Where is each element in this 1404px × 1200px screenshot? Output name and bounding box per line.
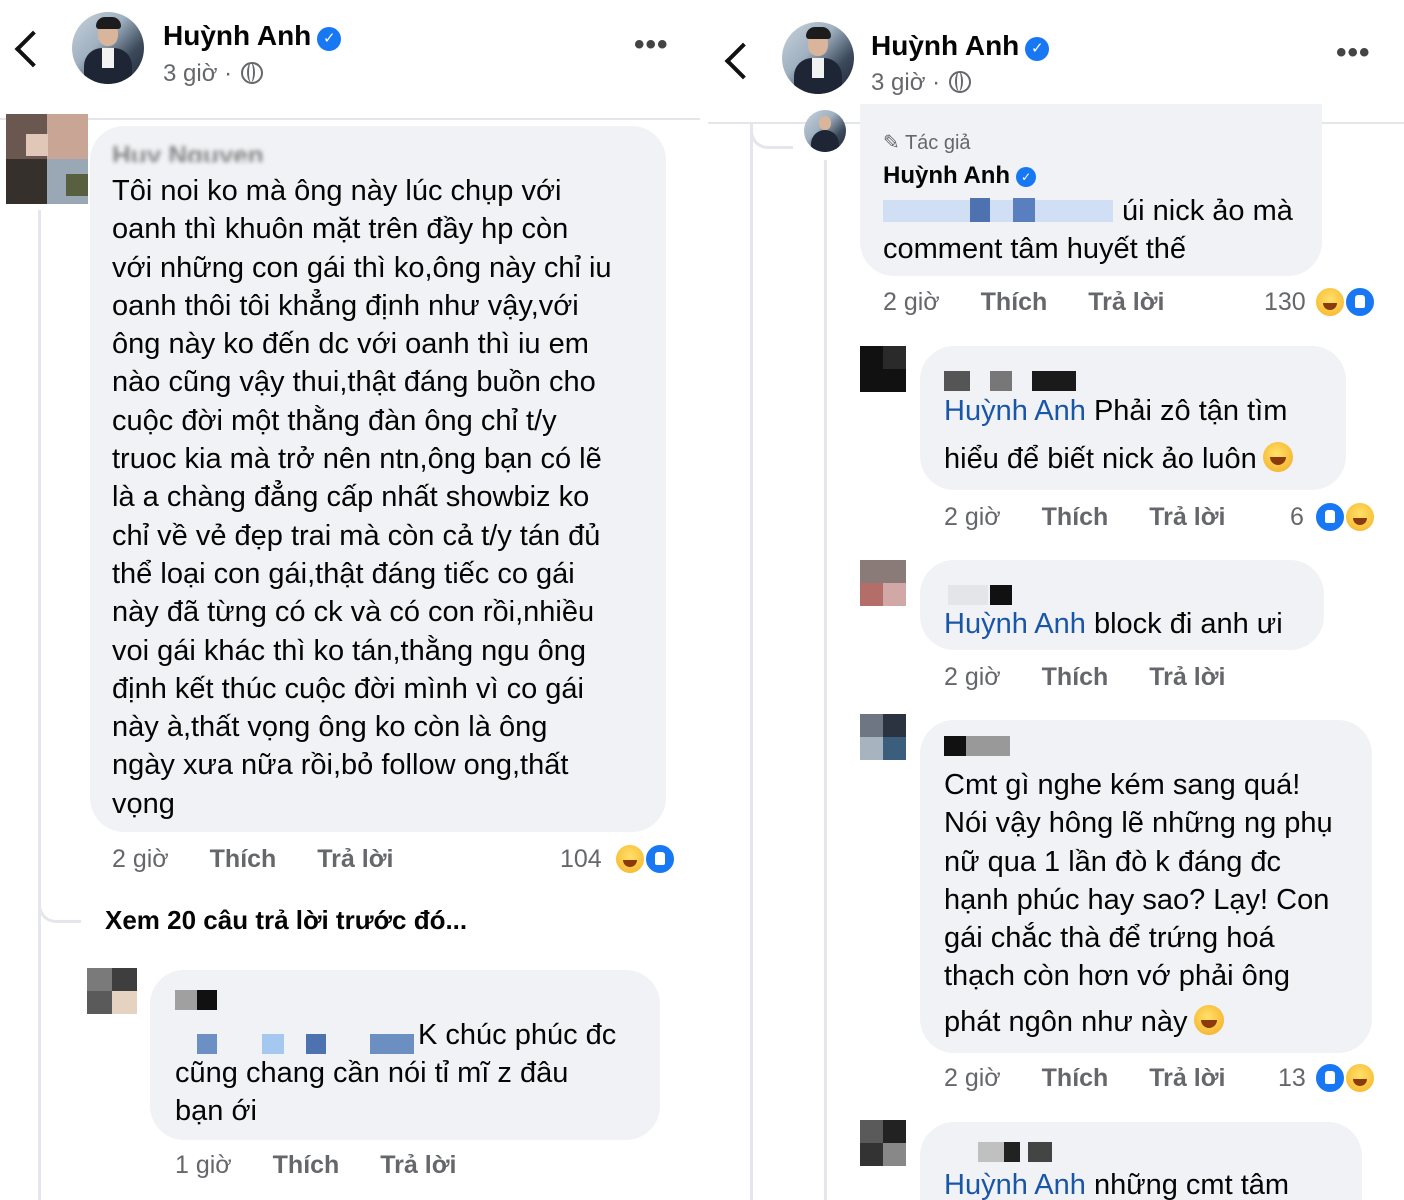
- avatar[interactable]: [804, 110, 846, 152]
- like-button[interactable]: Thích: [210, 845, 277, 873]
- commenter-avatar[interactable]: [6, 114, 88, 204]
- more-dots-icon[interactable]: •••: [1336, 36, 1371, 70]
- reply-button[interactable]: Trả lời: [1149, 1064, 1225, 1092]
- comment-time: 2 giờ: [944, 663, 1001, 691]
- like-button[interactable]: Thích: [1042, 663, 1109, 691]
- haha-reaction-icon: [1344, 1062, 1376, 1094]
- comment-actions: 2 giờ Thích Trả lời: [112, 845, 427, 874]
- like-button[interactable]: Thích: [981, 288, 1048, 316]
- post-time: 3 giờ ·: [163, 60, 263, 88]
- haha-reaction-icon: [614, 843, 646, 875]
- comment-text: úi nick ảo mà: [1122, 195, 1293, 227]
- comment-text: K chúc phúc đc: [418, 1019, 617, 1051]
- comment-text: Cmt gì nghe kém sang quá! Nói vậy hông l…: [944, 769, 1333, 993]
- commenter-avatar[interactable]: [87, 968, 137, 1014]
- comment-time: 1 giờ: [175, 1151, 232, 1179]
- commenter-avatar[interactable]: [860, 560, 906, 606]
- reply-button[interactable]: Trả lời: [317, 845, 393, 873]
- right-screenshot: Huỳnh Anh ✓ 3 giờ · ••• ✎ Tác giả Huỳnh A…: [708, 0, 1404, 1200]
- globe-icon: [948, 71, 971, 93]
- reply-button[interactable]: Trả lời: [1088, 288, 1164, 316]
- haha-reaction-icon: [1314, 286, 1346, 318]
- avatar[interactable]: [782, 22, 854, 94]
- page-name[interactable]: Huỳnh Anh ✓: [871, 30, 1050, 62]
- mention-link[interactable]: Huỳnh Anh: [944, 1169, 1086, 1200]
- mention-link[interactable]: Huỳnh Anh: [944, 608, 1086, 640]
- comment-text: hiểu để biết nick ảo luôn: [944, 440, 1293, 478]
- back-arrow-icon[interactable]: [724, 42, 762, 80]
- rolling-laughing-emoji: [1193, 1005, 1224, 1035]
- comment-actions: 1 giờ Thích Trả lời: [175, 1151, 490, 1180]
- like-reaction-icon: [1344, 286, 1376, 318]
- thread-curve: [38, 890, 81, 923]
- like-button[interactable]: Thích: [273, 1151, 340, 1179]
- mention-link[interactable]: Huỳnh Anh: [944, 395, 1086, 427]
- comment-author[interactable]: Huỳnh Anh ✓: [883, 162, 1037, 190]
- comment-text: phát ngôn như này: [944, 1003, 1224, 1041]
- comment-actions: 2 giờ Thích Trả lời: [944, 1064, 1259, 1093]
- like-button[interactable]: Thích: [1042, 503, 1109, 531]
- more-dots-icon[interactable]: •••: [634, 28, 669, 62]
- verified-badge-icon: ✓: [317, 27, 342, 51]
- like-reaction-icon: [1314, 501, 1346, 533]
- commenter-avatar[interactable]: [860, 714, 906, 760]
- author-tag: ✎ Tác giả: [883, 132, 971, 154]
- reaction-count[interactable]: 6: [1290, 503, 1304, 532]
- rolling-laughing-emoji: [1262, 442, 1293, 472]
- like-button[interactable]: Thích: [1042, 1064, 1109, 1092]
- comment-time: 2 giờ: [112, 845, 169, 873]
- reply-button[interactable]: Trả lời: [380, 1151, 456, 1179]
- comment-actions: 2 giờ Thích Trả lời: [883, 288, 1198, 317]
- reaction-count[interactable]: 13: [1278, 1064, 1306, 1093]
- thread-line: [750, 122, 753, 1200]
- like-reaction-icon: [644, 843, 676, 875]
- thread-line: [38, 210, 41, 1200]
- avatar[interactable]: [72, 12, 144, 84]
- comment-text: cũng chang cần nói tỉ mĩ z đâu bạn ới: [175, 1057, 569, 1128]
- comment-time: 2 giờ: [883, 288, 940, 316]
- like-reaction-icon: [1314, 1062, 1346, 1094]
- comment-time: 2 giờ: [944, 503, 1001, 531]
- divider: [700, 0, 708, 1200]
- reply-button[interactable]: Trả lời: [1149, 503, 1225, 531]
- comment-actions: 2 giờ Thích Trả lời: [944, 503, 1259, 532]
- reply-button[interactable]: Trả lời: [1149, 663, 1225, 691]
- verified-badge-icon: ✓: [1025, 37, 1050, 61]
- verified-badge-icon: ✓: [1016, 167, 1037, 187]
- back-arrow-icon[interactable]: [14, 30, 52, 68]
- comment-author[interactable]: Huy Nguyen Hau: [112, 140, 312, 162]
- page-name[interactable]: Huỳnh Anh ✓: [163, 20, 342, 52]
- view-previous-replies[interactable]: Xem 20 câu trả lời trước đó...: [105, 905, 467, 936]
- haha-reaction-icon: [1344, 501, 1376, 533]
- post-time: 3 giờ ·: [871, 69, 971, 97]
- comment-text: Tôi noi ko mà ông này lúc chụp với oanh …: [112, 175, 612, 820]
- reaction-count[interactable]: 130: [1264, 288, 1306, 317]
- thread-curve: [750, 122, 793, 149]
- comment-text: Huỳnh Anh những cmt tâm: [944, 1169, 1290, 1200]
- thread-line: [824, 160, 827, 1200]
- commenter-avatar[interactable]: [860, 346, 906, 392]
- comment-text: Huỳnh Anh block đi anh ưi: [944, 608, 1283, 640]
- globe-icon: [240, 62, 263, 84]
- comment-actions: 2 giờ Thích Trả lời: [944, 663, 1259, 692]
- commenter-avatar[interactable]: [860, 1120, 906, 1166]
- comment-text: comment tâm huyết thế: [883, 233, 1187, 265]
- left-screenshot: Huỳnh Anh✓ 3 giờ · ••• Huy Nguyen Hau Tô…: [0, 0, 700, 1200]
- reaction-count[interactable]: 104: [560, 845, 602, 874]
- post-header: Huỳnh Anh ✓ 3 giờ · •••: [0, 0, 700, 120]
- comment-time: 2 giờ: [944, 1064, 1001, 1092]
- comment-text: Huỳnh Anh Phải zô tận tìm: [944, 395, 1288, 427]
